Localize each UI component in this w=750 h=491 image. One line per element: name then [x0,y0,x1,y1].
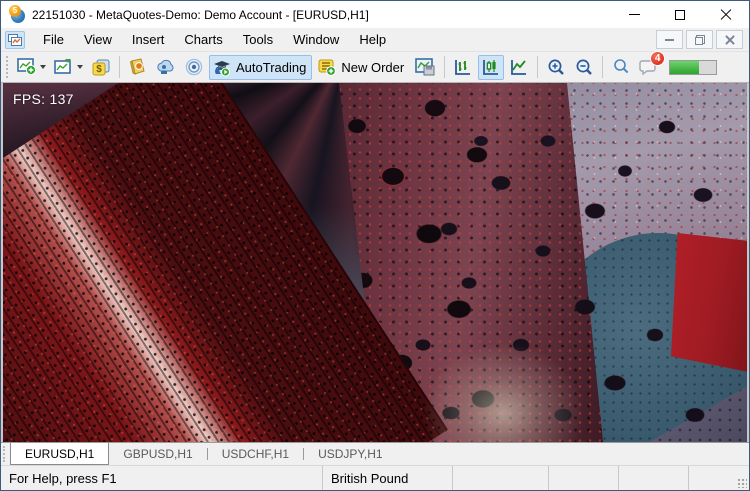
mdi-close-icon [725,35,735,45]
menu-window[interactable]: Window [283,29,349,50]
candlestick-chart-button[interactable] [478,55,504,80]
market-watch-button[interactable]: $ [88,55,114,80]
tabbar-grip[interactable] [3,446,8,462]
minimize-icon [629,14,640,15]
mql5-cloud-icon [156,58,176,76]
mql5-community-button[interactable] [153,55,179,80]
new-chart-dropdown-caret [40,65,46,69]
render-holes-overlay [3,83,747,442]
tab-usdjpy[interactable]: USDJPY,H1 [304,443,396,465]
window-controls [611,1,749,28]
mdi-close-button[interactable] [716,30,743,49]
profiles-icon [54,58,74,76]
zoom-out-button[interactable] [571,55,597,80]
new-order-button[interactable]: New Order [314,55,410,80]
menu-bar: File View Insert Charts Tools Window Hel… [1,28,749,52]
chart-document-icon[interactable] [5,31,25,49]
app-logo-icon: 5 [9,6,26,23]
line-chart-button[interactable] [506,55,532,80]
resize-grip[interactable] [737,478,747,488]
candlestick-chart-icon [481,58,501,77]
market-watch-icon: $ [91,58,111,77]
status-symbol-description: British Pound [323,466,453,490]
menu-insert[interactable]: Insert [122,29,175,50]
mdi-minimize-button[interactable] [656,30,683,49]
title-bar: 5 22151030 - MetaQuotes-Demo: Demo Accou… [1,1,749,28]
search-icon [612,58,630,76]
new-chart-button[interactable] [14,55,49,80]
terminal-window: 5 22151030 - MetaQuotes-Demo: Demo Accou… [0,0,750,491]
profiles-dropdown-caret [77,65,83,69]
maximize-button[interactable] [657,1,703,28]
signals-button[interactable] [181,55,207,80]
connection-progress-bar [669,60,717,75]
minimize-button[interactable] [611,1,657,28]
notification-count-badge: 4 [650,51,665,66]
maximize-icon [675,10,685,20]
tab-eurusd[interactable]: EURUSD,H1 [10,443,109,465]
chart-render-viewport[interactable]: FPS: 137 [1,83,749,442]
zoom-out-icon [574,58,594,77]
menu-view[interactable]: View [74,29,122,50]
new-chart-icon [17,58,37,76]
toolbar-separator [119,56,120,78]
autotrading-icon [212,58,232,77]
status-help-text: For Help, press F1 [1,466,323,490]
dollar-glyph: $ [96,64,102,75]
status-bar: For Help, press F1 British Pound [1,465,749,490]
close-icon [720,9,732,21]
toolbar-separator [444,56,445,78]
menu-help[interactable]: Help [349,29,396,50]
toolbar: $ [1,52,749,83]
mdi-minimize-icon [665,39,674,41]
zoom-in-icon [546,58,566,77]
close-button[interactable] [703,1,749,28]
tester-chart-floppy-icon [415,58,436,77]
toolbar-grip[interactable] [6,56,10,78]
history-book-icon [128,58,148,76]
render-glow-spot [423,343,583,442]
progress-fill [670,61,699,74]
tab-gbpusd[interactable]: GBPUSD,H1 [109,443,206,465]
fps-counter: FPS: 137 [13,91,74,107]
toolbar-separator [537,56,538,78]
menu-file[interactable]: File [33,29,74,50]
line-chart-icon [509,58,529,77]
profiles-button[interactable] [51,55,86,80]
chart-window-glyph [8,34,22,46]
autotrading-button[interactable]: AutoTrading [209,55,312,80]
history-book-button[interactable] [125,55,151,80]
new-order-label: New Order [341,60,404,75]
autotrading-label: AutoTrading [236,60,306,75]
status-cell-empty [453,466,549,490]
menu-tools[interactable]: Tools [233,29,283,50]
window-title: 22151030 - MetaQuotes-Demo: Demo Account… [32,8,611,22]
chart-tab-bar: EURUSD,H1 GBPUSD,H1 USDCHF,H1 USDJPY,H1 [1,442,749,465]
zoom-in-button[interactable] [543,55,569,80]
mdi-window-controls [656,30,743,49]
mdi-restore-button[interactable] [686,30,713,49]
strategy-tester-button[interactable] [412,55,439,80]
menu-charts[interactable]: Charts [174,29,232,50]
bar-chart-icon [453,58,473,77]
status-cell-empty [619,466,689,490]
bar-chart-button[interactable] [450,55,476,80]
mdi-restore-icon [695,35,705,45]
signals-icon [184,58,204,76]
logo-badge: 5 [9,5,21,17]
new-order-icon [317,58,337,77]
tab-usdchf[interactable]: USDCHF,H1 [208,443,303,465]
status-cell-empty [549,466,619,490]
status-cell-empty [689,466,749,490]
search-button[interactable] [608,55,633,80]
notifications-button[interactable]: 4 [635,55,660,80]
toolbar-separator [602,56,603,78]
